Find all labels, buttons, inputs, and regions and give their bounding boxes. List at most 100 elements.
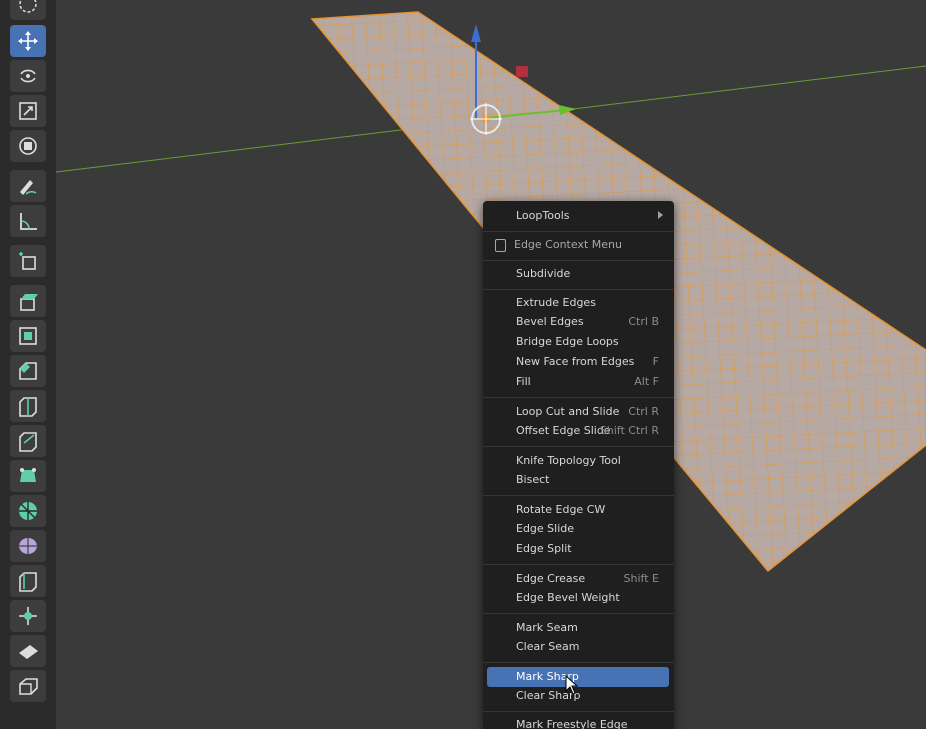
menu-separator xyxy=(483,397,674,398)
menu-separator xyxy=(483,446,674,447)
annotate-tool[interactable] xyxy=(10,170,46,202)
inset-faces-icon xyxy=(19,327,37,345)
menu-item-extrude-edges[interactable]: Extrude Edges xyxy=(487,293,669,313)
add-cube-tool[interactable] xyxy=(10,245,46,277)
poly-build-tool[interactable] xyxy=(10,460,46,492)
knife-tool[interactable] xyxy=(10,425,46,457)
menu-item-bisect[interactable]: Bisect xyxy=(487,470,669,490)
menu-item-rotate-edge-cw[interactable]: Rotate Edge CW xyxy=(487,500,669,520)
spin-tool[interactable] xyxy=(10,495,46,527)
scale-tool[interactable] xyxy=(10,95,46,127)
measure-icon xyxy=(20,213,37,230)
menu-item-label: Bevel Edges xyxy=(516,315,584,328)
menu-item-edge-slide[interactable]: Edge Slide xyxy=(487,519,669,539)
menu-item-label: Mark Freestyle Edge xyxy=(516,718,628,729)
shear-tool[interactable] xyxy=(10,635,46,667)
menu-item-label: Extrude Edges xyxy=(516,296,596,309)
menu-item-knife-topology-tool[interactable]: Knife Topology Tool xyxy=(487,451,669,471)
menu-item-subdivide[interactable]: Subdivide xyxy=(487,264,669,284)
bevel-icon xyxy=(19,362,37,380)
menu-item-edge-split[interactable]: Edge Split xyxy=(487,539,669,559)
bevel-tool[interactable] xyxy=(10,355,46,387)
knife-icon xyxy=(19,432,37,452)
menu-item-label: Edge Crease xyxy=(516,572,586,585)
edge-context-menu: LoopTools Edge Context Menu Subdivide Ex… xyxy=(483,201,674,729)
menu-item-bridge-edge-loops[interactable]: Bridge Edge Loops xyxy=(487,332,669,352)
rip-region-icon xyxy=(19,678,38,695)
menu-item-label: Subdivide xyxy=(516,267,571,280)
menu-item-edge-bevel-weight[interactable]: Edge Bevel Weight xyxy=(487,588,669,608)
loop-cut-icon xyxy=(19,397,37,417)
select-circle-tool[interactable] xyxy=(10,0,46,20)
menu-item-clear-seam[interactable]: Clear Seam xyxy=(487,637,669,657)
menu-item-label: Fill xyxy=(516,375,531,388)
menu-item-edge-crease[interactable]: Edge Crease Shift E xyxy=(487,569,669,589)
menu-item-new-face-from-edges[interactable]: New Face from Edges F xyxy=(487,352,669,372)
menu-item-bevel-edges[interactable]: Bevel Edges Ctrl B xyxy=(487,312,669,332)
menu-item-offset-edge-slide[interactable]: Offset Edge Slide Shift Ctrl R xyxy=(487,421,669,441)
menu-item-shortcut: Shift E xyxy=(623,572,659,585)
menu-item-shortcut: Shift Ctrl R xyxy=(599,424,659,437)
rotate-icon xyxy=(20,69,36,83)
menu-item-label: New Face from Edges xyxy=(516,355,635,368)
shrink-fatten-icon xyxy=(19,607,37,625)
mouse-cursor-icon xyxy=(565,675,579,695)
transform-icon xyxy=(19,137,37,155)
menu-separator xyxy=(483,662,674,663)
menu-header-label: Edge Context Menu xyxy=(514,238,622,251)
menu-separator xyxy=(483,260,674,261)
add-cube-icon xyxy=(19,252,36,270)
menu-separator xyxy=(483,495,674,496)
menu-item-label: Rotate Edge CW xyxy=(516,503,606,516)
rotate-tool[interactable] xyxy=(10,60,46,92)
extrude-region-tool[interactable] xyxy=(10,285,46,317)
shear-icon xyxy=(19,645,38,659)
menu-item-label: Bridge Edge Loops xyxy=(516,335,619,348)
annotate-icon xyxy=(20,180,37,195)
menu-separator xyxy=(483,231,674,232)
scale-icon xyxy=(19,102,37,120)
edge-slide-icon xyxy=(19,572,37,592)
smooth-icon xyxy=(19,538,37,554)
pin-icon xyxy=(495,239,506,252)
shrink-fatten-tool[interactable] xyxy=(10,600,46,632)
menu-item-label: Loop Cut and Slide xyxy=(516,405,620,418)
menu-item-label: Clear Seam xyxy=(516,640,580,653)
menu-item-shortcut: F xyxy=(652,355,659,368)
rip-region-tool[interactable] xyxy=(10,670,46,702)
menu-item-label: Mark Seam xyxy=(516,621,578,634)
3d-viewport[interactable] xyxy=(0,0,926,729)
transform-tool[interactable] xyxy=(10,130,46,162)
menu-item-label: Offset Edge Slide xyxy=(516,424,611,437)
menu-separator xyxy=(483,711,674,712)
menu-separator xyxy=(483,564,674,565)
inset-faces-tool[interactable] xyxy=(10,320,46,352)
tool-bar xyxy=(0,0,56,729)
menu-item-fill[interactable]: Fill Alt F xyxy=(487,372,669,392)
menu-item-label: Edge Bevel Weight xyxy=(516,591,620,604)
edge-slide-tool[interactable] xyxy=(10,565,46,597)
loop-cut-tool[interactable] xyxy=(10,390,46,422)
measure-tool[interactable] xyxy=(10,205,46,237)
menu-item-loop-cut-and-slide[interactable]: Loop Cut and Slide Ctrl R xyxy=(487,402,669,422)
menu-item-shortcut: Ctrl R xyxy=(628,405,659,418)
menu-item-label: Knife Topology Tool xyxy=(516,454,621,467)
menu-item-looptools[interactable]: LoopTools xyxy=(487,206,669,226)
select-circle-icon xyxy=(19,0,37,13)
menu-item-mark-freestyle-edge[interactable]: Mark Freestyle Edge xyxy=(487,715,669,729)
menu-header: Edge Context Menu xyxy=(487,235,669,255)
menu-item-label: Bisect xyxy=(516,473,550,486)
menu-separator xyxy=(483,289,674,290)
menu-separator xyxy=(483,613,674,614)
menu-item-mark-seam[interactable]: Mark Seam xyxy=(487,618,669,638)
poly-build-icon xyxy=(20,468,36,482)
move-tool[interactable] xyxy=(10,25,46,57)
gizmo-x-handle[interactable] xyxy=(516,66,528,77)
menu-item-label: LoopTools xyxy=(516,209,570,222)
move-icon xyxy=(18,31,38,51)
extrude-region-icon xyxy=(20,294,38,311)
menu-item-shortcut: Alt F xyxy=(634,375,659,388)
smooth-tool[interactable] xyxy=(10,530,46,562)
menu-item-shortcut: Ctrl B xyxy=(628,315,659,328)
spin-icon xyxy=(19,502,37,520)
